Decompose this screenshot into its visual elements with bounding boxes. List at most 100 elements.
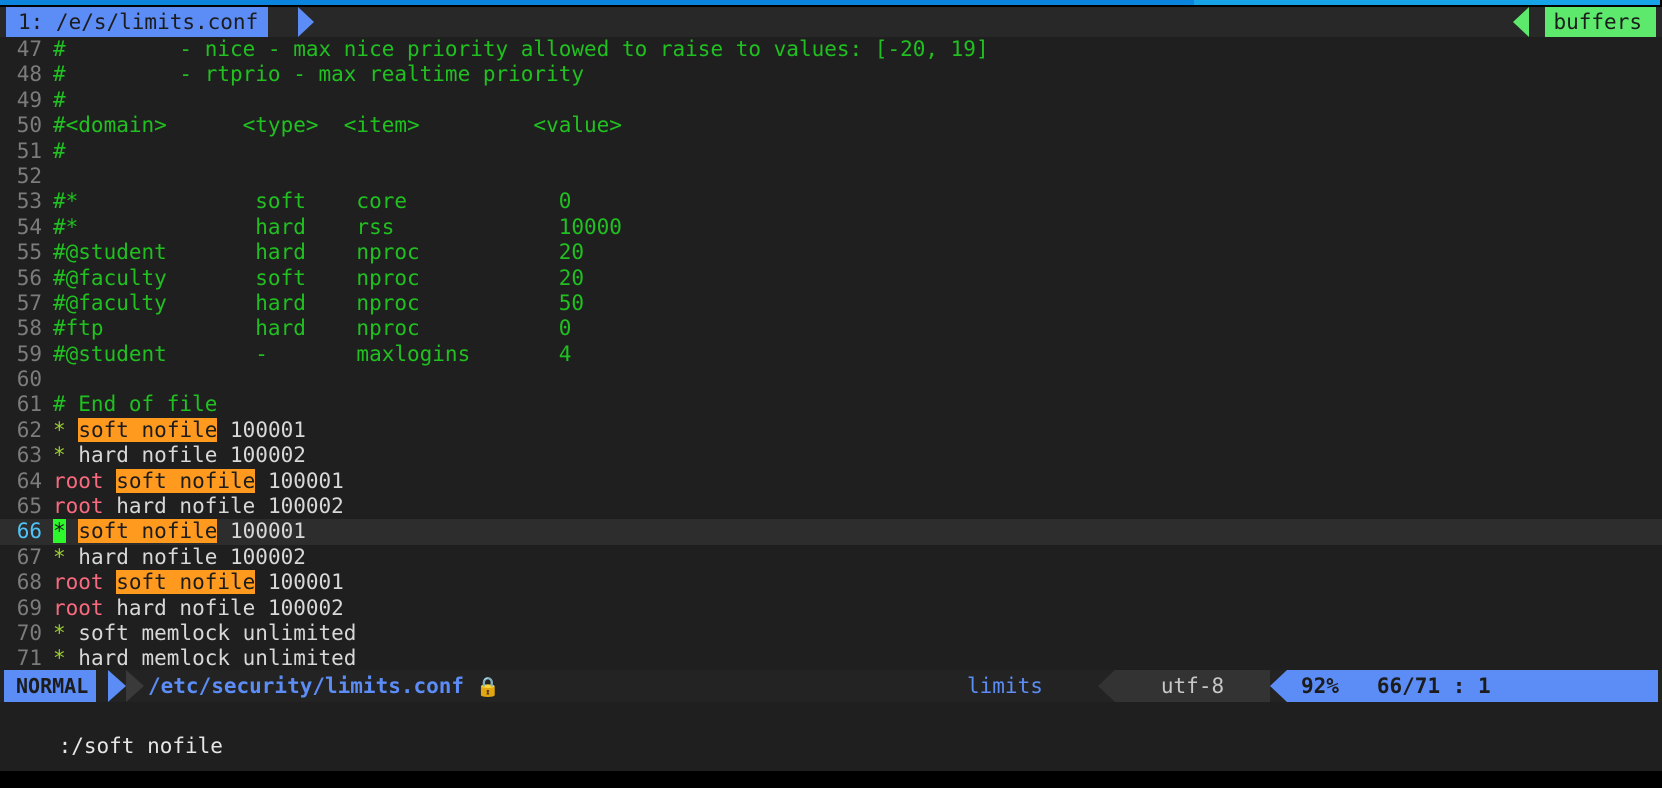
code-token: #@student hard nproc 20 <box>53 240 585 265</box>
code-line[interactable]: 49 # <box>0 88 1662 113</box>
line-text: #* hard rss 10000 <box>42 215 622 240</box>
code-line[interactable]: 56 #@faculty soft nproc 20 <box>0 266 1662 291</box>
code-line[interactable]: 48 # - rtprio - max realtime priority <box>0 62 1662 87</box>
code-line[interactable]: 58 #ftp hard nproc 0 <box>0 316 1662 341</box>
search-match-highlight: soft nofile <box>116 570 256 595</box>
code-buffer[interactable]: 47 # - nice - max nice priority allowed t… <box>0 37 1662 670</box>
line-number: 51 <box>16 138 42 163</box>
code-line[interactable]: 71 * hard memlock unlimited <box>0 646 1662 670</box>
code-token: # - rtprio - max realtime priority <box>53 62 585 87</box>
code-token: 100001 <box>217 519 306 544</box>
code-token: * <box>53 443 66 468</box>
mode-arrow-icon <box>108 670 126 702</box>
line-text: root soft nofile 100001 <box>42 570 344 595</box>
filetype-indicator: limits <box>967 670 1043 702</box>
code-token: 100001 <box>255 468 344 493</box>
line-text: * hard nofile 100002 <box>42 545 306 570</box>
code-token: 100001 <box>255 570 344 595</box>
code-line[interactable]: 60 <box>0 367 1662 392</box>
code-line[interactable]: 66 * soft nofile 100001 <box>0 519 1662 545</box>
buffers-tab-arrow-icon <box>1513 7 1529 37</box>
code-token: hard nofile 100002 <box>103 494 344 519</box>
code-line[interactable]: 63 * hard nofile 100002 <box>0 443 1662 468</box>
line-number: 65 <box>16 494 42 519</box>
line-number: 49 <box>16 87 42 112</box>
code-line[interactable]: 64 root soft nofile 100001 <box>0 468 1662 494</box>
position-arrow-icon <box>1270 670 1287 702</box>
code-line[interactable]: 59 #@student - maxlogins 4 <box>0 342 1662 367</box>
code-line[interactable]: 62 * soft nofile 100001 <box>0 417 1662 443</box>
code-line[interactable]: 69 root hard nofile 100002 <box>0 596 1662 621</box>
code-token: #ftp hard nproc 0 <box>53 316 572 341</box>
code-line[interactable]: 54 #* hard rss 10000 <box>0 215 1662 240</box>
code-line[interactable]: 67 * hard nofile 100002 <box>0 545 1662 570</box>
code-token: #* hard rss 10000 <box>53 214 622 239</box>
cursor-block: * <box>53 519 66 544</box>
code-token: root <box>53 468 104 493</box>
code-token: * <box>53 544 66 569</box>
code-token: root <box>53 494 104 519</box>
code-line[interactable]: 61 # End of file <box>0 392 1662 417</box>
code-line[interactable]: 47 # - nice - max nice priority allowed t… <box>0 37 1662 62</box>
line-text: root hard nofile 100002 <box>42 494 344 519</box>
cursor-position-label: 66/71 : 1 <box>1376 674 1491 698</box>
code-token: #@faculty soft nproc 20 <box>53 265 585 290</box>
position-indicator: 92% 66/71 : 1 <box>1287 670 1658 702</box>
line-number: 61 <box>16 392 42 417</box>
code-line[interactable]: 68 root soft nofile 100001 <box>0 570 1662 595</box>
statusline: NORMAL /etc/security/limits.conf 🔒 limit… <box>0 670 1662 702</box>
code-line[interactable]: 52 <box>0 164 1662 189</box>
line-text: * hard memlock unlimited <box>42 646 356 670</box>
code-line[interactable]: 65 root hard nofile 100002 <box>0 494 1662 519</box>
line-text: # - nice - max nice priority allowed to … <box>42 37 989 62</box>
code-line[interactable]: 70 * soft memlock unlimited <box>0 621 1662 646</box>
line-text: # <box>42 139 66 164</box>
code-line[interactable]: 53 #* soft core 0 <box>0 189 1662 214</box>
search-match-highlight: soft nofile <box>78 417 218 442</box>
code-token: hard memlock unlimited <box>65 646 357 670</box>
search-match-highlight: soft nofile <box>78 519 218 544</box>
search-match-highlight: soft nofile <box>116 468 256 493</box>
tabline: 1: /e/s/limits.conf buffers <box>0 7 1662 37</box>
tab-active-buffer-arrow-icon <box>298 7 314 37</box>
code-token: 100001 <box>217 417 306 442</box>
code-token: #* soft core 0 <box>53 189 572 214</box>
line-number: 59 <box>16 341 42 366</box>
line-text: #* soft core 0 <box>42 189 571 214</box>
mode-indicator-label: NORMAL <box>16 674 89 698</box>
code-token: # - nice - max nice priority allowed to … <box>53 37 989 61</box>
line-number: 69 <box>16 595 42 620</box>
code-token: soft memlock unlimited <box>65 620 357 645</box>
code-token: #@student - maxlogins 4 <box>53 341 572 366</box>
file-path-indicator: /etc/security/limits.conf 🔒 <box>148 670 500 702</box>
line-text: root soft nofile 100001 <box>42 468 344 494</box>
code-line[interactable]: 51 # <box>0 139 1662 164</box>
line-number: 56 <box>16 265 42 290</box>
mode-indicator: NORMAL <box>4 670 97 702</box>
line-text: #@student hard nproc 20 <box>42 240 584 265</box>
buffers-tab[interactable]: buffers <box>1545 7 1656 37</box>
tab-active-buffer-label: 1: /e/s/limits.conf <box>18 10 259 34</box>
buffers-tab-label: buffers <box>1553 10 1642 34</box>
code-token: * <box>53 417 66 442</box>
line-number: 66 <box>16 519 42 544</box>
encoding-label: utf-8 <box>1160 674 1225 698</box>
code-line[interactable]: 55 #@student hard nproc 20 <box>0 240 1662 265</box>
line-text: # - rtprio - max realtime priority <box>42 62 584 87</box>
line-number: 58 <box>16 316 42 341</box>
line-text: #<domain> <type> <item> <value> <box>42 113 622 138</box>
line-text: # End of file <box>42 392 217 417</box>
command-line[interactable]: :/soft nofile <box>0 702 1662 771</box>
line-number: 50 <box>16 113 42 138</box>
line-number: 62 <box>16 417 42 442</box>
line-number: 48 <box>16 62 42 87</box>
tab-active-buffer[interactable]: 1: /e/s/limits.conf <box>6 7 269 37</box>
code-token: root <box>53 570 104 595</box>
code-line[interactable]: 50 #<domain> <type> <item> <value> <box>0 113 1662 138</box>
code-line[interactable]: 57 #@faculty hard nproc 50 <box>0 291 1662 316</box>
code-token: hard nofile 100002 <box>103 595 344 620</box>
line-number: 53 <box>16 189 42 214</box>
position-separator <box>1339 674 1377 698</box>
code-token: root <box>53 595 104 620</box>
